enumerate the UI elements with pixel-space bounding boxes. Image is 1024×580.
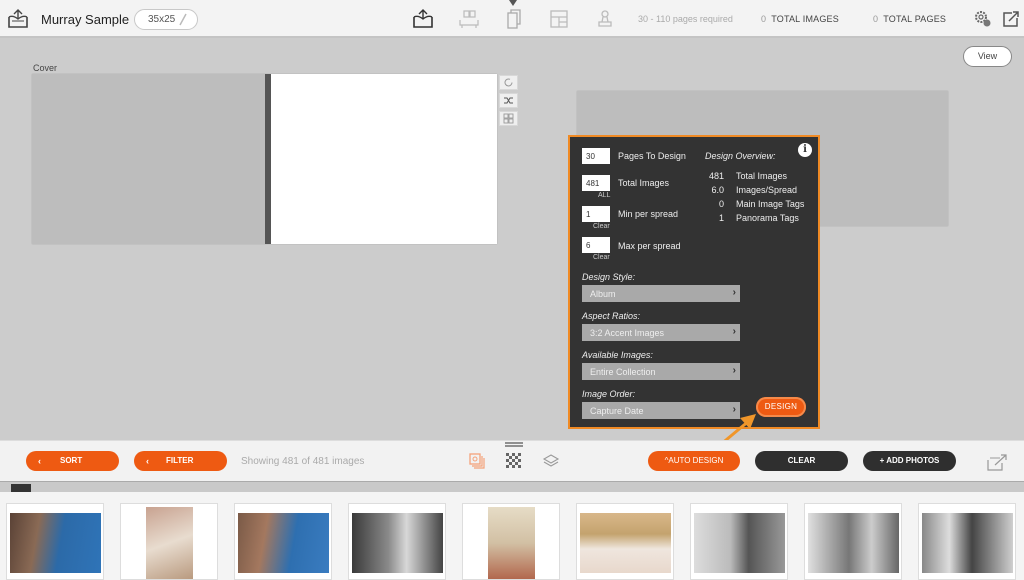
max-per-spread-input[interactable]: 6 — [582, 237, 610, 253]
overview-value: 481 — [708, 171, 724, 181]
layers-icon[interactable] — [542, 452, 560, 470]
add-photos-button[interactable]: + ADD PHOTOS — [863, 451, 956, 471]
grid-layout-icon — [503, 113, 514, 124]
available-images-value: Entire Collection — [590, 367, 656, 377]
grid-layout-button[interactable] — [499, 111, 518, 126]
all-images-link[interactable]: ALL — [598, 192, 610, 199]
overview-value: 1 — [718, 213, 724, 223]
album-size-value: 35x25 — [148, 14, 176, 25]
min-clear-link[interactable]: Clear — [593, 223, 610, 230]
album-size-button[interactable]: 35x25 — [134, 9, 198, 30]
showing-count-text: Showing 481 of 481 images — [241, 456, 365, 467]
total-images-count: 0 — [761, 14, 767, 24]
project-title: Murray Sample — [41, 12, 130, 27]
filmstrip-scrollbar[interactable] — [0, 481, 1024, 493]
available-images-select[interactable]: Entire Collection › — [582, 363, 740, 380]
filter-label: FILTER — [166, 456, 194, 465]
total-images-label: TOTAL IMAGES — [771, 14, 839, 24]
filmstrip — [0, 492, 1024, 580]
cover-front-page[interactable] — [271, 74, 497, 244]
album-logo-icon[interactable] — [7, 9, 29, 29]
aspect-ratios-select[interactable]: 3:2 Accent Images › — [582, 324, 740, 341]
max-per-spread-label: Max per spread — [618, 241, 681, 251]
chevron-left-icon: ‹ — [38, 456, 41, 466]
overview-value: 0 — [718, 199, 724, 209]
total-pages-count: 0 — [873, 14, 879, 24]
photo-thumbnail[interactable] — [348, 503, 446, 580]
image-order-label: Image Order: — [582, 389, 636, 399]
export-icon[interactable] — [1001, 9, 1021, 29]
min-per-spread-input[interactable]: 1 — [582, 206, 610, 222]
total-images-stat: 0 TOTAL IMAGES — [761, 14, 839, 24]
shuffle-icon — [504, 97, 513, 104]
pencil-icon — [179, 13, 187, 26]
pages-required-text: 30 - 110 pages required — [638, 14, 733, 24]
total-images-label: Total Images — [618, 178, 670, 188]
photo-thumbnail[interactable] — [120, 503, 218, 580]
filter-button[interactable]: ‹ FILTER — [134, 451, 227, 471]
pages-icon[interactable] — [502, 8, 526, 30]
overview-label: Images/Spread — [736, 185, 798, 195]
overview-label: Main Image Tags — [736, 199, 805, 209]
sort-label: SORT — [60, 456, 83, 465]
chevron-right-icon: › — [732, 326, 736, 337]
photo-thumbnail[interactable] — [804, 503, 902, 580]
chevron-right-icon: › — [732, 365, 736, 376]
total-pages-label: TOTAL PAGES — [883, 14, 947, 24]
image-order-value: Capture Date — [590, 406, 644, 416]
min-per-spread-label: Min per spread — [618, 209, 679, 219]
spread-layout-icon[interactable] — [457, 8, 481, 30]
overview-label: Panorama Tags — [736, 213, 799, 223]
stamp-icon[interactable] — [593, 8, 617, 30]
total-pages-stat: 0 TOTAL PAGES — [873, 14, 946, 24]
photo-thumbnail[interactable] — [234, 503, 332, 580]
sort-button[interactable]: ‹ SORT — [26, 451, 119, 471]
pages-to-design-input[interactable]: 30 — [582, 148, 610, 164]
clear-button[interactable]: CLEAR — [755, 451, 848, 471]
album-design-icon[interactable] — [411, 8, 435, 30]
cover-label: Cover — [33, 63, 58, 73]
shuffle-button[interactable] — [499, 93, 518, 108]
photo-thumbnail[interactable] — [690, 503, 788, 580]
aspect-ratios-label: Aspect Ratios: — [582, 311, 641, 321]
design-style-label: Design Style: — [582, 272, 636, 282]
pages-to-design-label: Pages To Design — [618, 151, 686, 161]
chevron-right-icon: › — [732, 287, 736, 298]
grid-view-icon[interactable] — [505, 441, 523, 471]
active-nav-indicator — [509, 0, 517, 6]
top-bar: Murray Sample 35x25 30 - 110 pages requi… — [0, 0, 1024, 38]
bottom-toolbar: ‹ SORT ‹ FILTER Showing 481 of 481 image… — [0, 440, 1024, 481]
view-button[interactable]: View — [963, 46, 1012, 67]
expand-filmstrip-icon[interactable] — [985, 452, 1009, 472]
aspect-ratios-value: 3:2 Accent Images — [590, 328, 665, 338]
photo-thumbnail[interactable] — [918, 503, 1016, 580]
overview-label: Total Images — [736, 171, 788, 181]
image-stack-icon[interactable] — [468, 452, 486, 470]
photo-thumbnail[interactable] — [6, 503, 104, 580]
design-style-select[interactable]: Album › — [582, 285, 740, 302]
auto-design-button[interactable]: ^AUTO DESIGN — [648, 451, 740, 471]
cover-back-page[interactable] — [32, 74, 265, 244]
info-icon[interactable]: i — [798, 143, 812, 157]
refresh-icon — [504, 78, 513, 87]
max-clear-link[interactable]: Clear — [593, 254, 610, 261]
auto-design-panel: 30 Pages To Design 481 ALL Total Images … — [568, 135, 820, 429]
template-icon[interactable] — [547, 8, 571, 30]
photo-thumbnail[interactable] — [462, 503, 560, 580]
cover-spread[interactable] — [32, 74, 497, 244]
refresh-button[interactable] — [499, 75, 518, 90]
settings-gears-icon[interactable] — [973, 9, 993, 29]
design-overview-title: Design Overview: — [705, 151, 776, 161]
chevron-left-icon: ‹ — [146, 456, 149, 466]
photo-thumbnail[interactable] — [576, 503, 674, 580]
overview-value: 6.0 — [711, 185, 724, 195]
design-button[interactable]: DESIGN — [756, 397, 806, 417]
total-images-input[interactable]: 481 — [582, 175, 610, 191]
design-style-value: Album — [590, 289, 616, 299]
available-images-label: Available Images: — [582, 350, 653, 360]
